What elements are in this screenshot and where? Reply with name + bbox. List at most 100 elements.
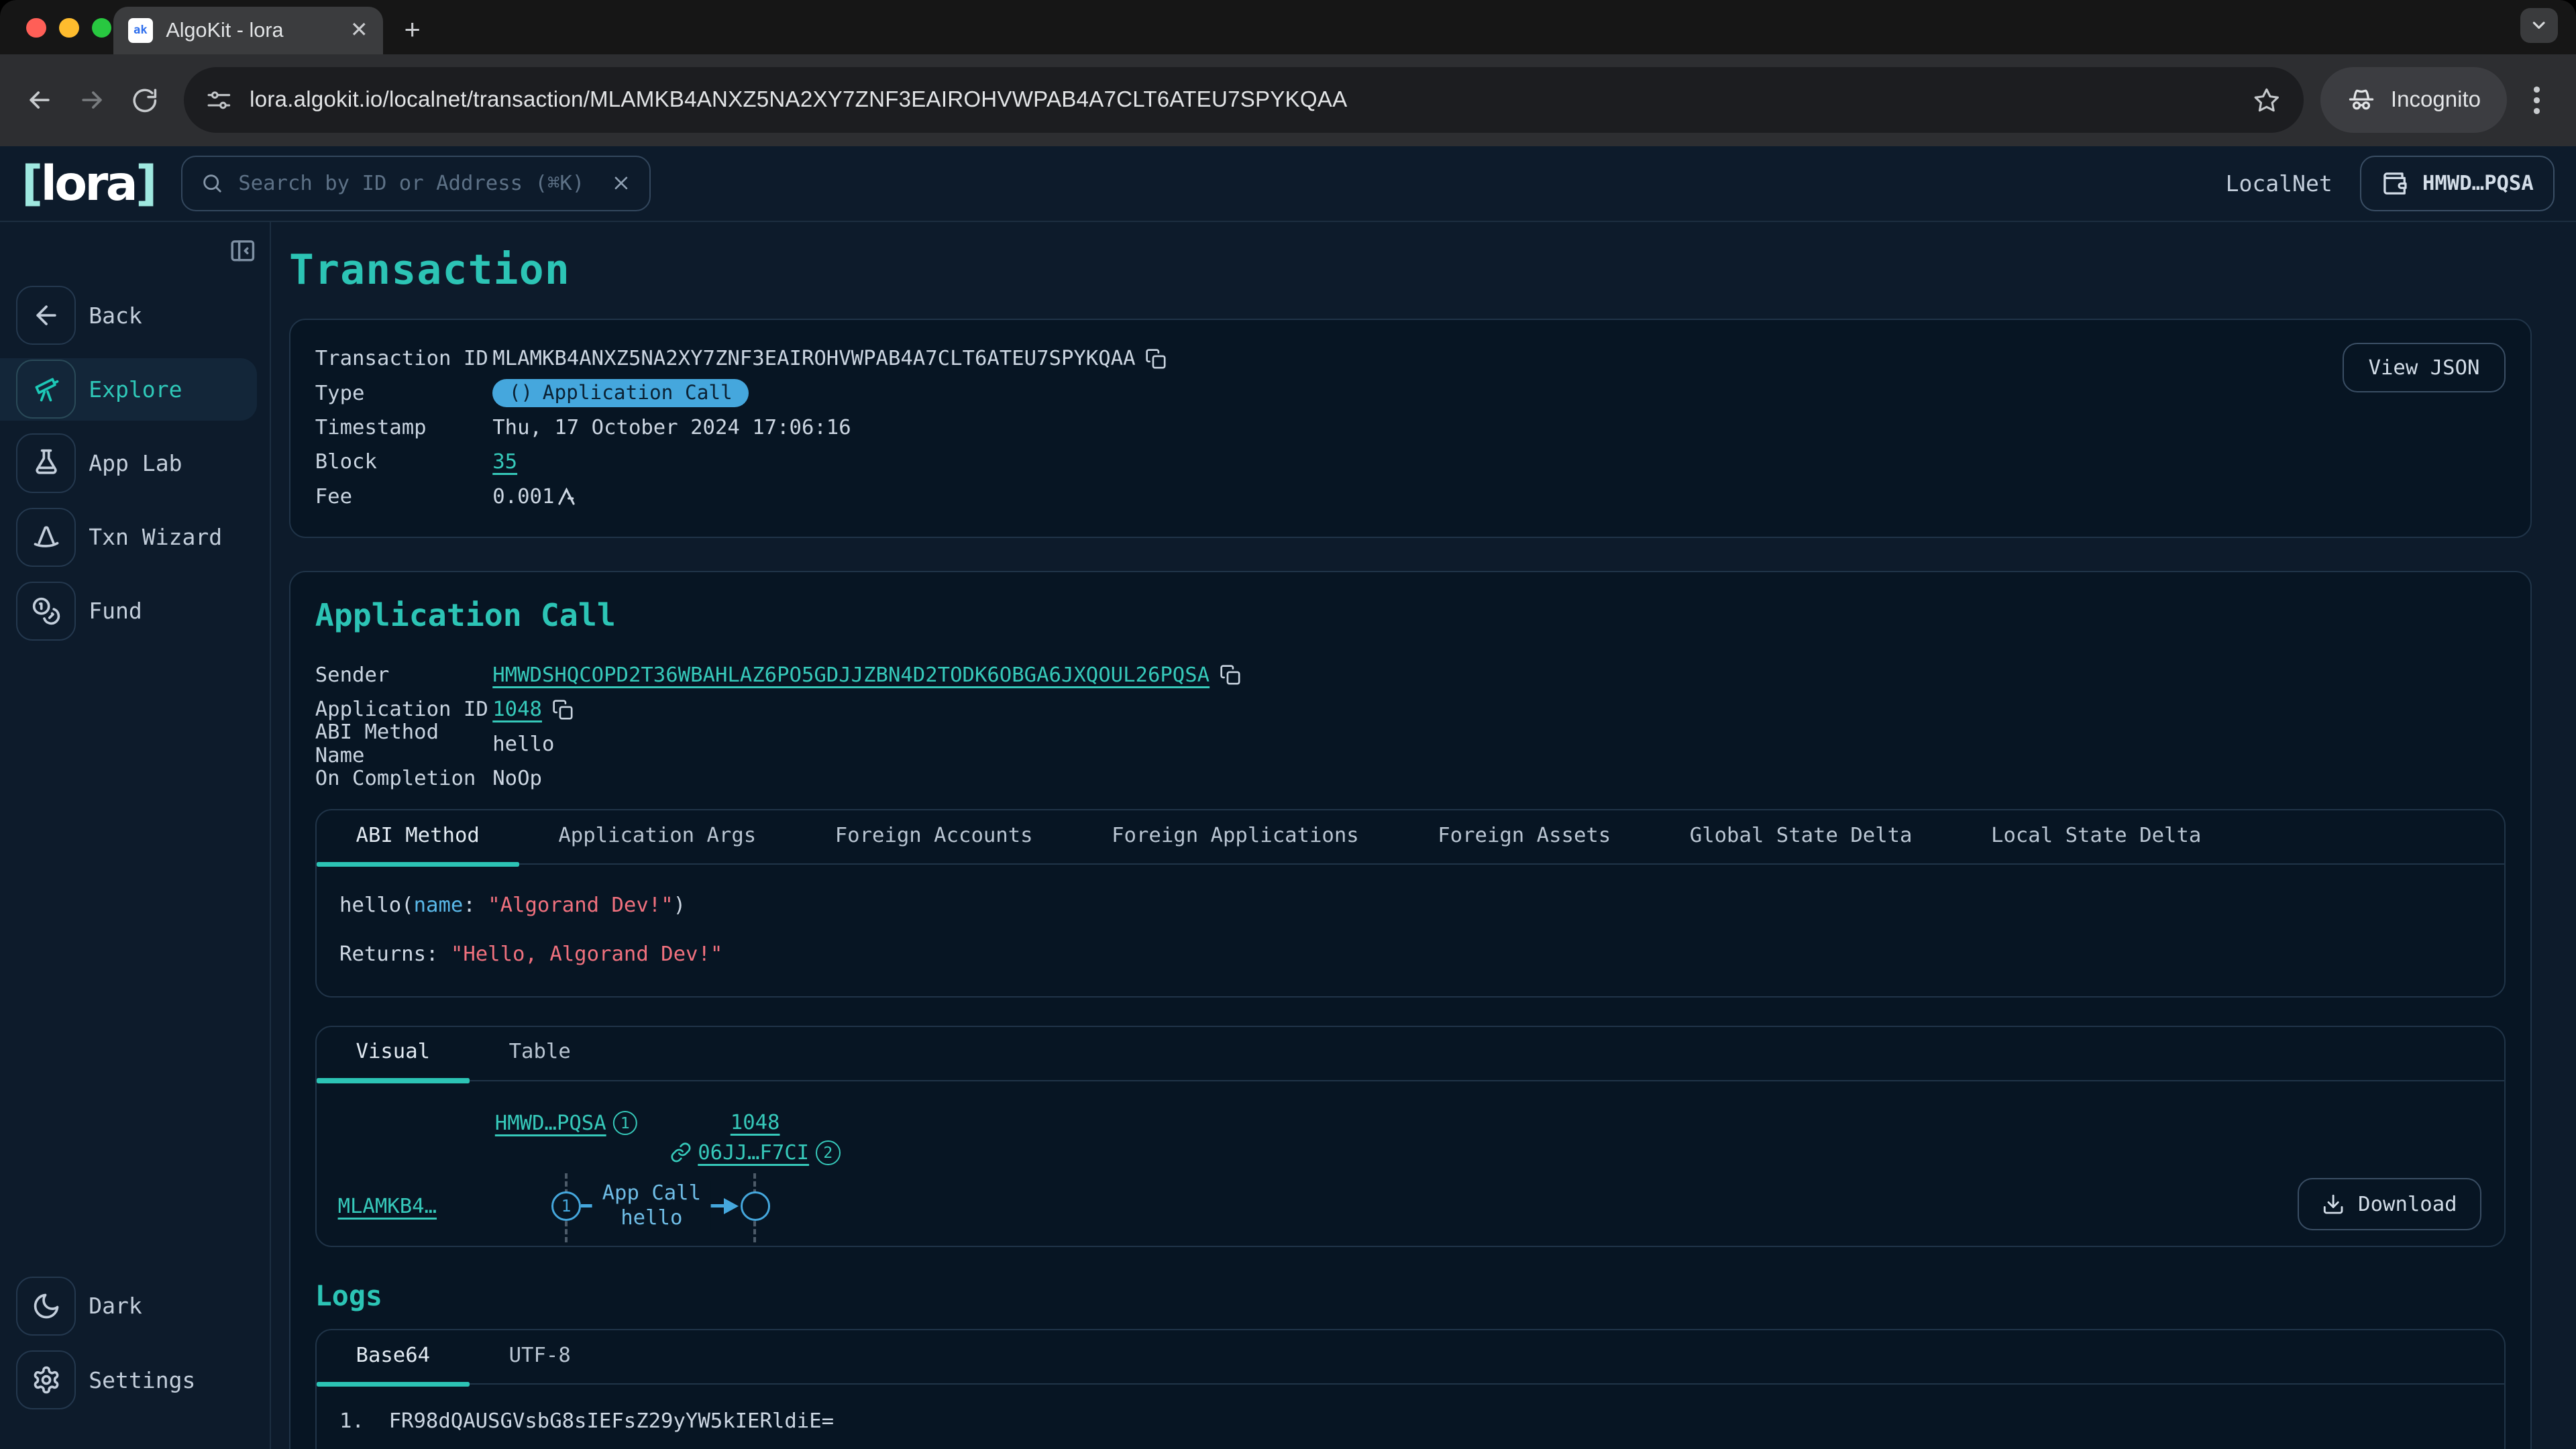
transaction-graph: HMWD…PQSA 1 1048 06JJ…F7CI — [317, 1081, 2504, 1246]
site-settings-icon[interactable] — [207, 88, 231, 113]
network-selector[interactable]: LocalNet — [2226, 170, 2332, 197]
field-label: Timestamp — [315, 416, 492, 439]
transaction-summary-card: Transaction ID MLAMKB4ANXZ5NA2XY7ZNF3EAI… — [289, 319, 2532, 538]
transaction-id-value: MLAMKB4ANXZ5NA2XY7ZNF3EAIROHVWPAB4A7CLT6… — [492, 347, 1135, 370]
tab-foreign-applications[interactable]: Foreign Applications — [1072, 810, 1398, 863]
forward-nav-icon[interactable] — [69, 77, 115, 123]
visual-tabs: Visual Table — [317, 1027, 2504, 1081]
fee-value: 0.001 — [492, 485, 554, 508]
download-icon — [2322, 1193, 2345, 1216]
flask-icon — [16, 433, 75, 492]
log-entry: 1. FR98dQAUSGVsbG8sIEFsZ29yYW5kIERldiE= — [317, 1385, 2504, 1449]
wallet-button[interactable]: HMWD…PQSA — [2360, 156, 2555, 211]
copy-icon[interactable] — [1145, 348, 1167, 370]
graph-group-link[interactable]: 06JJ…F7CI — [698, 1141, 809, 1165]
graph-node-1[interactable]: 1 — [551, 1191, 581, 1221]
close-window-button[interactable] — [26, 18, 46, 38]
application-id-link[interactable]: 1048 — [492, 698, 542, 721]
graph-arrow-icon — [724, 1198, 739, 1214]
sidebar-item-fund[interactable]: Fund — [0, 580, 270, 642]
lora-app: [lora] LocalNet HMWD…PQSA — [0, 146, 2576, 1449]
graph-account-link[interactable]: HMWD…PQSA — [495, 1112, 606, 1135]
tab-visual[interactable]: Visual — [317, 1027, 470, 1080]
search-clear-icon[interactable] — [610, 172, 632, 194]
sidebar-item-back[interactable]: Back — [0, 284, 270, 347]
wizard-hat-icon — [16, 508, 75, 567]
browser-tab[interactable]: ak AlgoKit - lora ✕ — [113, 7, 383, 54]
tab-close-icon[interactable]: ✕ — [350, 19, 368, 41]
tab-foreign-assets[interactable]: Foreign Assets — [1398, 810, 1650, 863]
screenshot-root: ak AlgoKit - lora ✕ + lor — [0, 0, 2576, 1449]
copy-icon[interactable] — [1220, 664, 1241, 686]
sender-address-link[interactable]: HMWDSHQCOPD2T36WBAHLAZ6PO5GDJJZBN4D2TODK… — [492, 663, 1210, 687]
graph-account-badge: 1 — [612, 1111, 637, 1136]
abi-param-value: "Algorand Dev!" — [488, 894, 673, 917]
moon-icon — [16, 1277, 75, 1336]
algorand-symbol-icon — [557, 488, 576, 506]
abi-method-name: hello — [339, 894, 401, 917]
sidebar-item-label: Txn Wizard — [89, 524, 222, 550]
view-json-button[interactable]: View JSON — [2343, 343, 2506, 392]
global-search[interactable] — [181, 156, 651, 211]
field-label: Sender — [315, 663, 492, 687]
application-call-card: Application Call Sender HMWDSHQCOPD2T36W… — [289, 571, 2532, 1449]
coins-icon — [16, 582, 75, 641]
copy-icon[interactable] — [552, 699, 574, 720]
parentheses-icon: () — [509, 381, 533, 404]
sidebar-item-settings[interactable]: Settings — [0, 1349, 270, 1411]
new-tab-button[interactable]: + — [404, 13, 420, 46]
on-completion-value: NoOp — [492, 767, 542, 790]
tab-table[interactable]: Table — [470, 1027, 610, 1080]
tab-utf8[interactable]: UTF-8 — [470, 1330, 610, 1383]
lora-logo[interactable]: [lora] — [21, 160, 155, 207]
browser-menu-icon[interactable] — [2520, 87, 2553, 113]
url-text: lora.algokit.io/localnet/transaction/MLA… — [250, 87, 2235, 113]
logs-title: Logs — [315, 1279, 2506, 1312]
tab-foreign-accounts[interactable]: Foreign Accounts — [796, 810, 1072, 863]
timestamp-value: Thu, 17 October 2024 17:06:16 — [492, 416, 851, 439]
arrow-left-icon — [16, 286, 75, 345]
minimize-window-button[interactable] — [59, 18, 78, 38]
search-input[interactable] — [238, 172, 595, 195]
log-entry-index: 1. — [339, 1409, 364, 1433]
logo-text: lora — [41, 156, 136, 211]
theme-toggle-dark[interactable]: Dark — [0, 1275, 270, 1337]
sidebar-item-explore[interactable]: Explore — [0, 358, 257, 421]
tab-local-state-delta[interactable]: Local State Delta — [1951, 810, 2241, 863]
sidebar-item-label: Back — [89, 303, 142, 329]
graph-node-target[interactable] — [741, 1191, 770, 1221]
tab-application-args[interactable]: Application Args — [519, 810, 796, 863]
tab-global-state-delta[interactable]: Global State Delta — [1650, 810, 1951, 863]
sidebar-collapse-icon[interactable] — [229, 237, 257, 265]
logo-bracket: ] — [136, 156, 155, 211]
block-link[interactable]: 35 — [492, 450, 517, 474]
url-bar[interactable]: lora.algokit.io/localnet/transaction/MLA… — [184, 67, 2304, 133]
abi-param-name: name — [414, 894, 464, 917]
application-call-title: Application Call — [315, 597, 2506, 633]
graph-application-link[interactable]: 1048 — [731, 1111, 780, 1134]
field-label: Type — [315, 382, 492, 405]
graph-transaction-link[interactable]: MLAMKB4… — [338, 1195, 437, 1218]
sidebar-item-txn-wizard[interactable]: Txn Wizard — [0, 506, 270, 568]
bookmark-star-icon[interactable] — [2253, 87, 2281, 115]
tab-title: AlgoKit - lora — [166, 19, 337, 42]
back-nav-icon[interactable] — [16, 77, 62, 123]
sidebar-item-app-lab[interactable]: App Lab — [0, 432, 270, 494]
incognito-icon — [2347, 85, 2376, 115]
app-call-tabs: ABI Method Application Args Foreign Acco… — [317, 810, 2504, 865]
field-label: Fee — [315, 485, 492, 508]
window-controls[interactable] — [26, 18, 111, 38]
reload-icon[interactable] — [121, 77, 168, 123]
graph-edge-label: App Call hello — [592, 1181, 711, 1230]
field-label: Block — [315, 450, 492, 474]
app-call-detail-panel: ABI Method Application Args Foreign Acco… — [315, 809, 2506, 998]
maximize-window-button[interactable] — [92, 18, 111, 38]
abi-returns-value: "Hello, Algorand Dev!" — [451, 943, 722, 966]
tab-base64[interactable]: Base64 — [317, 1330, 470, 1383]
download-button[interactable]: Download — [2298, 1178, 2481, 1230]
sidebar-footer: Dark Settings — [0, 1275, 270, 1449]
sidebar: Back Explore App Lab — [0, 222, 271, 1449]
tab-abi-method[interactable]: ABI Method — [317, 810, 519, 863]
sidebar-item-label: App Lab — [89, 450, 182, 476]
tab-search-chevron-icon[interactable] — [2520, 8, 2558, 42]
